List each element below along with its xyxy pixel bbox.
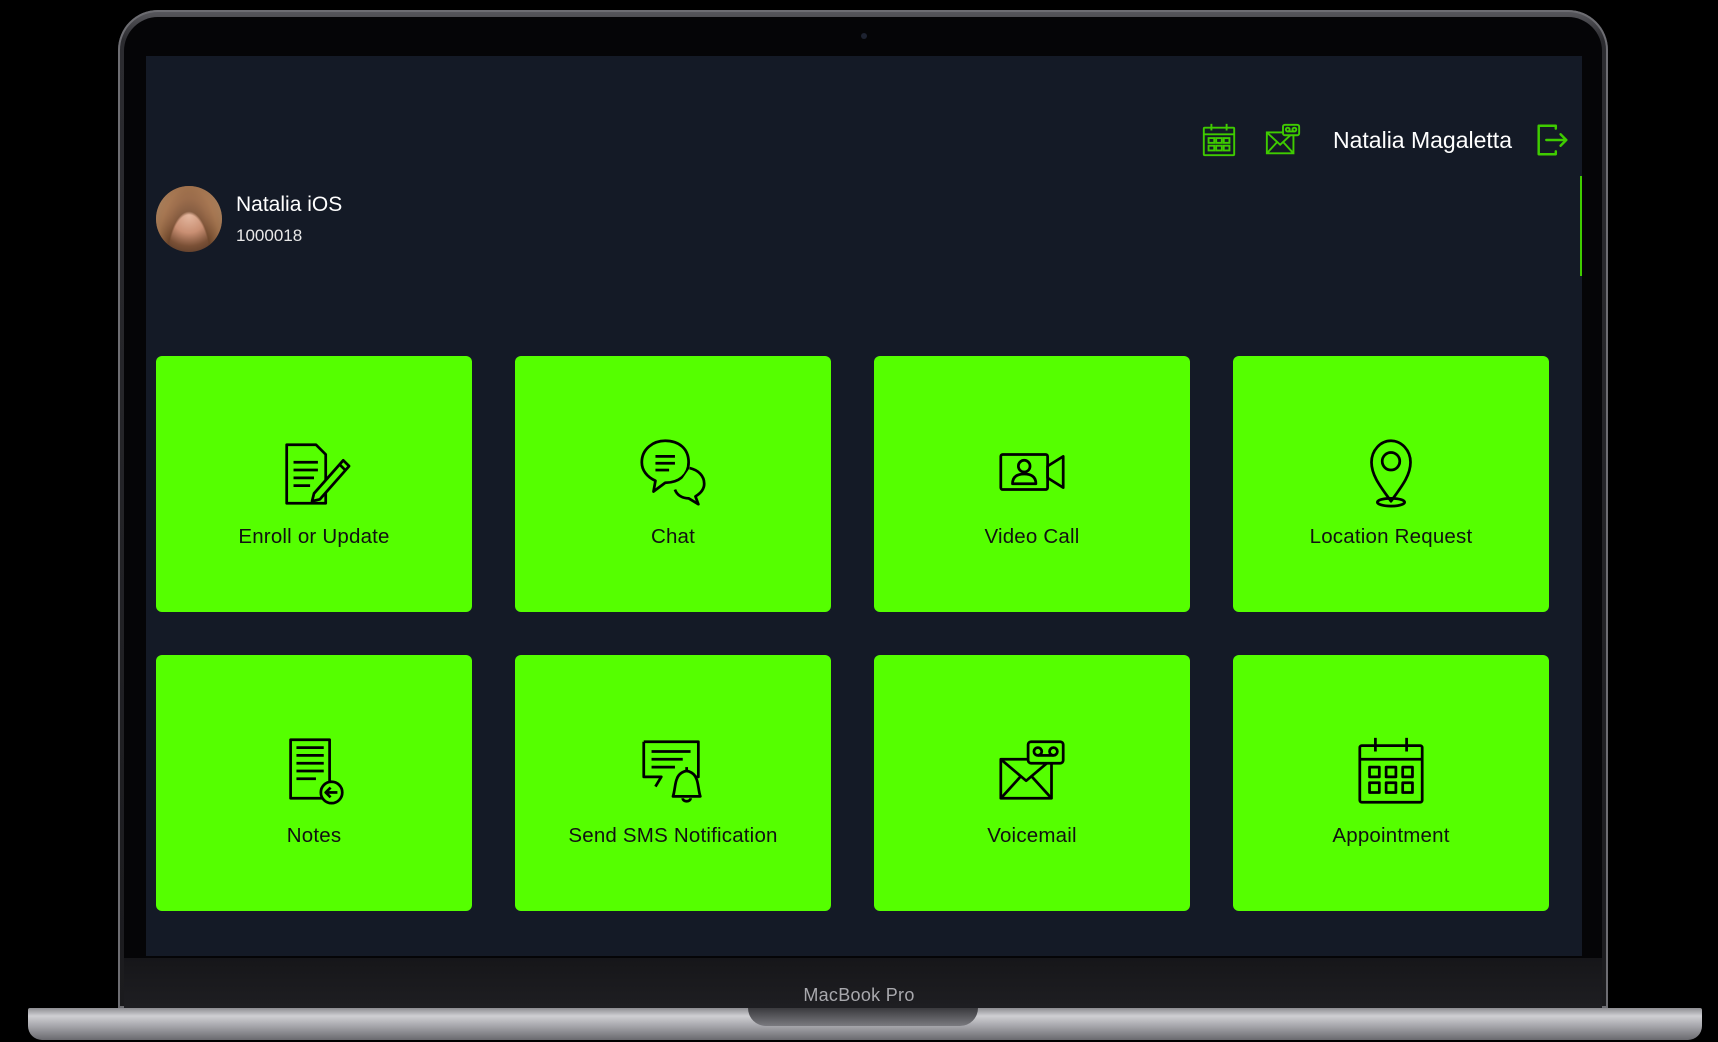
voicemail-icon[interactable] (1263, 120, 1303, 160)
tile-label: Voicemail (987, 824, 1077, 847)
tile-notes[interactable]: Notes (156, 655, 472, 911)
device-label: MacBook Pro (803, 985, 915, 1005)
tile-location-request[interactable]: Location Request (1233, 356, 1549, 612)
tile-send-sms-notification[interactable]: Send SMS Notification (515, 655, 831, 911)
calendar-icon (1352, 732, 1430, 810)
tile-enroll-or-update[interactable]: Enroll or Update (156, 356, 472, 612)
video-call-icon (993, 433, 1071, 511)
tile-voicemail[interactable]: Voicemail (874, 655, 1190, 911)
laptop-notch (748, 1008, 978, 1026)
tile-label: Appointment (1332, 824, 1450, 847)
scroll-indicator (1580, 176, 1582, 276)
chat-icon (634, 433, 712, 511)
avatar (156, 186, 222, 252)
profile-name: Natalia iOS (236, 192, 343, 216)
tile-appointment[interactable]: Appointment (1233, 655, 1549, 911)
tile-chat[interactable]: Chat (515, 356, 831, 612)
tile-label: Chat (650, 525, 696, 548)
profile-id: 1000018 (236, 225, 303, 245)
top-bar: Natalia Magaletta (1199, 118, 1582, 162)
logout-icon[interactable] (1532, 120, 1572, 160)
tile-video-call[interactable]: Video Call (874, 356, 1190, 612)
tile-label: Notes (286, 824, 342, 847)
user-name: Natalia Magaletta (1333, 126, 1512, 153)
action-grid: Enroll or Update Chat Video Call Locatio… (156, 356, 1549, 911)
profile-card: Natalia iOS 1000018 (156, 186, 342, 252)
voicemail-icon (993, 732, 1071, 810)
location-pin-icon (1352, 433, 1430, 511)
notes-icon (275, 732, 353, 810)
camera (861, 33, 867, 39)
tile-label: Video Call (984, 525, 1080, 548)
calendar-icon[interactable] (1199, 120, 1239, 160)
tile-label: Location Request (1309, 525, 1473, 548)
sms-bell-icon (634, 732, 712, 810)
tile-label: Enroll or Update (238, 525, 390, 548)
app-screen: Natalia Magaletta Natalia iOS 1000018 En… (146, 56, 1582, 956)
document-edit-icon (275, 433, 353, 511)
tile-label: Send SMS Notification (568, 824, 778, 847)
